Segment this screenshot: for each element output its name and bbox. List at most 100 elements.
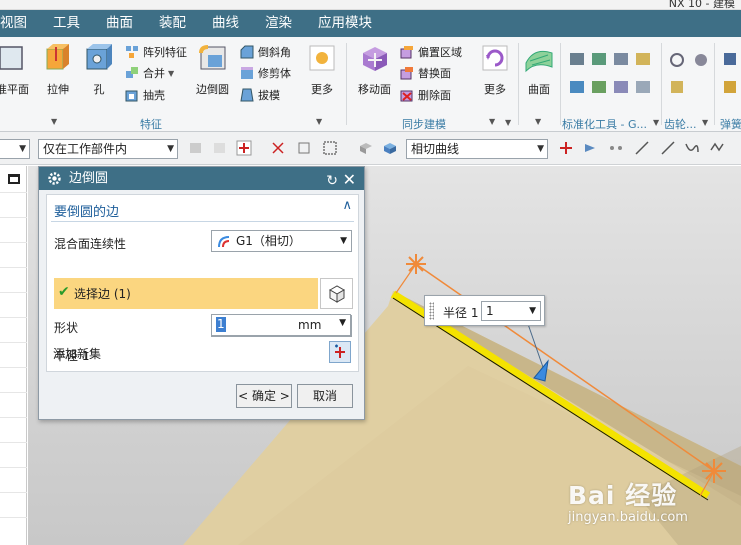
radius-value[interactable]: 1 bbox=[216, 317, 226, 332]
replace-face-label: 替换面 bbox=[418, 67, 451, 80]
delete-face-label: 删除面 bbox=[418, 89, 451, 102]
group-separator bbox=[714, 43, 715, 125]
draft-button[interactable]: 拔模 bbox=[240, 86, 280, 104]
gear-tools-icons[interactable] bbox=[668, 51, 713, 111]
more-feature-button[interactable]: 更多 bbox=[307, 43, 337, 97]
pattern-icon bbox=[126, 46, 138, 58]
select-tool-icon[interactable] bbox=[296, 140, 312, 156]
surface-button[interactable]: 曲面 bbox=[524, 43, 554, 97]
datum-plane-button[interactable]: 准平面 bbox=[0, 43, 29, 97]
chamfer-button[interactable]: 倒斜角 bbox=[240, 43, 291, 61]
drag-grip-icon[interactable] bbox=[429, 302, 434, 320]
edge-blend-button[interactable]: 边倒圆 bbox=[196, 43, 229, 97]
menu-view[interactable]: 视图 bbox=[0, 10, 40, 37]
line-icon[interactable] bbox=[660, 140, 676, 156]
cube-icon bbox=[328, 285, 346, 303]
rectangle-select-icon[interactable] bbox=[322, 140, 338, 156]
radius-onscreen-label: 半径 1 bbox=[443, 306, 479, 320]
radius-onscreen-input[interactable]: 半径 1 1 ▼ bbox=[424, 295, 545, 326]
solid-body-icon[interactable] bbox=[382, 140, 398, 156]
radius-onscreen-select[interactable]: 1 ▼ bbox=[481, 301, 541, 321]
edge-blend-label: 边倒圆 bbox=[196, 83, 229, 96]
extrude-icon bbox=[46, 44, 69, 70]
more-sync-button[interactable]: 更多 bbox=[480, 43, 510, 97]
menu-render[interactable]: 渲染 bbox=[252, 10, 305, 37]
chevron-down-icon[interactable]: ▼ bbox=[339, 318, 346, 328]
continuity-label: 混合面连续性 bbox=[54, 237, 127, 251]
replace-face-button[interactable]: 替换面 bbox=[400, 64, 451, 82]
move-face-button[interactable]: 移动面 bbox=[358, 43, 391, 97]
part-icon[interactable] bbox=[358, 140, 374, 156]
replace-face-icon bbox=[400, 67, 413, 80]
menu-surface[interactable]: 曲面 bbox=[93, 10, 146, 37]
add-new-set-button[interactable] bbox=[329, 341, 351, 363]
std-tools-dropdown[interactable]: ▼ bbox=[653, 118, 659, 127]
draft-icon bbox=[240, 88, 254, 102]
radius-input[interactable]: 1 mm ▼ bbox=[211, 314, 351, 336]
delete-face-icon bbox=[400, 90, 413, 102]
shell-button[interactable]: 抽壳 bbox=[125, 86, 165, 104]
type-filter-combo[interactable]: ▼ bbox=[0, 139, 30, 159]
follow-fillet-icon[interactable] bbox=[582, 140, 598, 156]
select-tool-icon[interactable] bbox=[188, 140, 204, 156]
more-icon bbox=[309, 45, 335, 71]
gear-icon[interactable] bbox=[47, 171, 62, 186]
collapse-icon[interactable]: ∧ bbox=[342, 198, 352, 213]
snap-point-icon[interactable] bbox=[236, 140, 252, 156]
sync-group-dropdown[interactable]: ▼ bbox=[505, 118, 511, 127]
curve-rule-combo[interactable]: 相切曲线 ▼ bbox=[406, 139, 548, 159]
point-icon[interactable] bbox=[270, 140, 286, 156]
gear-dropdown[interactable]: ▼ bbox=[702, 118, 708, 127]
delete-face-button[interactable]: 删除面 bbox=[400, 86, 451, 104]
chamfer-icon bbox=[240, 45, 254, 59]
surface-dropdown[interactable]: ▼ bbox=[535, 117, 541, 126]
stop-at-intersection-icon[interactable] bbox=[558, 140, 574, 156]
continuity-select[interactable]: G1（相切） ▼ bbox=[211, 230, 352, 252]
navigator-panel bbox=[0, 166, 27, 545]
navigator-row bbox=[0, 342, 27, 343]
group-sync: 同步建模 bbox=[402, 118, 446, 131]
menu-assembly[interactable]: 装配 bbox=[146, 10, 199, 37]
close-icon[interactable]: ✕ bbox=[343, 168, 356, 191]
chevron-down-icon: ▼ bbox=[19, 144, 26, 154]
navigator-row bbox=[0, 292, 27, 293]
start-handle-icon[interactable] bbox=[406, 254, 426, 274]
ok-button[interactable]: < 确定 > bbox=[236, 384, 292, 408]
select-edge-row[interactable]: ✔ 选择边 (1) bbox=[54, 278, 318, 309]
more-icon bbox=[482, 45, 508, 71]
select-edge-button[interactable] bbox=[320, 278, 353, 309]
spring-tools-icons[interactable] bbox=[722, 51, 741, 111]
line-icon[interactable] bbox=[634, 140, 650, 156]
cancel-button[interactable]: 取消 bbox=[297, 384, 353, 408]
maximize-icon[interactable] bbox=[8, 174, 20, 184]
curve-icon[interactable] bbox=[684, 140, 700, 156]
more-feature-dropdown[interactable]: ▼ bbox=[316, 117, 322, 126]
unite-button[interactable]: 合并 ▼ bbox=[125, 64, 174, 82]
trim-body-button[interactable]: 修剪体 bbox=[240, 64, 291, 82]
menu-curve[interactable]: 曲线 bbox=[199, 10, 252, 37]
ribbon: 准平面 拉伸 ▼ 孔 阵列特征 合并 ▼ 抽壳 边倒圆 倒斜角 修剪体 拔模 更… bbox=[0, 37, 741, 132]
dialog-titlebar[interactable]: 边倒圆 ↻ ✕ bbox=[39, 167, 364, 190]
shell-icon bbox=[125, 90, 138, 102]
edge-blend-icon bbox=[198, 45, 225, 70]
unite-dropdown-icon[interactable]: ▼ bbox=[168, 69, 174, 78]
select-tool-icon[interactable] bbox=[212, 140, 228, 156]
reset-icon[interactable]: ↻ bbox=[326, 170, 338, 193]
chain-icon[interactable] bbox=[608, 140, 624, 156]
scope-filter-combo[interactable]: 仅在工作部件内 ▼ bbox=[38, 139, 178, 159]
spline-icon[interactable] bbox=[710, 140, 726, 156]
offset-region-button[interactable]: 偏置区域 bbox=[400, 43, 462, 61]
menu-tools[interactable]: 工具 bbox=[40, 10, 93, 37]
extrude-button[interactable]: 拉伸 bbox=[43, 43, 73, 97]
hole-button[interactable]: 孔 bbox=[84, 43, 114, 97]
menu-applications[interactable]: 应用模块 bbox=[305, 10, 385, 37]
unite-icon bbox=[126, 67, 138, 78]
navigator-row bbox=[0, 467, 27, 468]
pattern-feature-button[interactable]: 阵列特征 bbox=[125, 43, 187, 61]
standard-tools-icons[interactable] bbox=[568, 51, 658, 111]
extrude-dropdown[interactable]: ▼ bbox=[51, 117, 57, 126]
more-sync-dropdown[interactable]: ▼ bbox=[489, 117, 495, 126]
group-std-tools: 标准化工具 - G... bbox=[562, 118, 647, 131]
select-edge-label: 选择边 (1) bbox=[74, 287, 131, 301]
section-header[interactable]: 要倒圆的边 bbox=[54, 201, 119, 220]
